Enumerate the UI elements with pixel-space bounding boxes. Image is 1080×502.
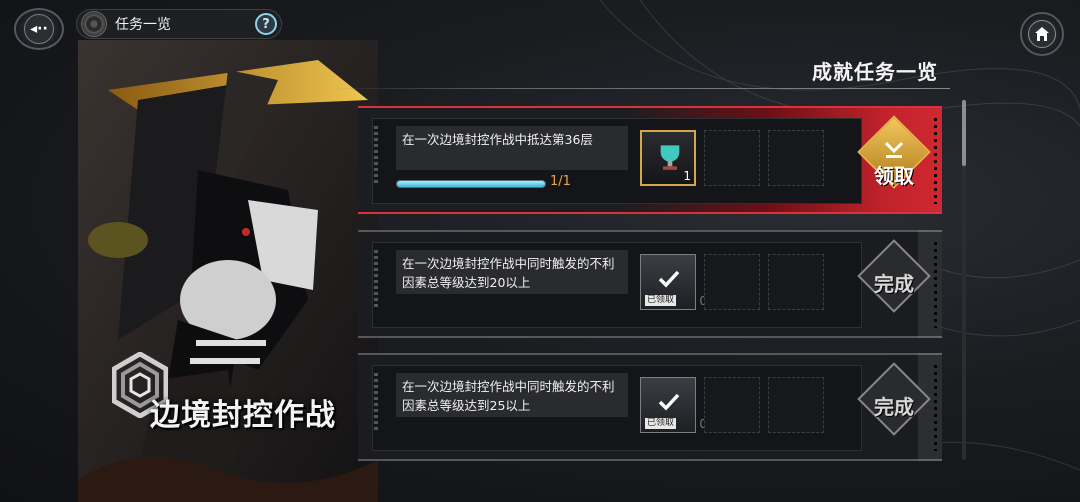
trophy-icon xyxy=(660,145,680,170)
operation-name: 边境封控作战 xyxy=(150,398,336,433)
checkmark-icon xyxy=(658,270,680,288)
claim-label: 领取 xyxy=(874,164,914,188)
empty-reward-slot xyxy=(704,377,760,433)
card-notch xyxy=(374,373,378,433)
film-reel-icon xyxy=(81,11,107,37)
section-title: 成就任务一览 xyxy=(812,60,938,84)
scrollbar[interactable] xyxy=(962,100,966,460)
reward-item[interactable]: 已领取 0 xyxy=(640,254,707,310)
empty-reward-slot xyxy=(768,130,824,186)
reward-item[interactable]: 已领取 0 xyxy=(640,377,707,433)
help-button[interactable]: ? xyxy=(255,13,277,35)
claimed-tag: 已领取 xyxy=(645,295,677,306)
empty-reward-slot xyxy=(704,130,760,186)
claim-button[interactable]: 领取 xyxy=(854,115,934,200)
back-arrow-icon: ◂·· xyxy=(24,14,54,44)
checkmark-icon xyxy=(658,393,680,411)
completed-label: 完成 xyxy=(874,272,914,296)
card-notch xyxy=(374,250,378,310)
progress-bar xyxy=(396,180,546,188)
task-card: 在一次边境封控作战中抵达第36层 1/1 1 领取 xyxy=(358,106,942,214)
task-description: 在一次边境封控作战中同时触发的不利因素总等级达到20以上 xyxy=(396,250,628,294)
claimed-tag: 已领取 xyxy=(645,418,677,429)
task-card: 在一次边境封控作战中同时触发的不利因素总等级达到25以上 已领取 0 完成 xyxy=(358,353,942,461)
page-title: 任务一览 xyxy=(115,17,171,33)
reward-quantity: 1 xyxy=(683,169,691,183)
empty-reward-slot xyxy=(768,254,824,310)
home-button[interactable] xyxy=(1020,12,1064,56)
reward-item[interactable]: 1 xyxy=(640,130,696,186)
card-edge-dots xyxy=(933,240,938,328)
home-icon xyxy=(1028,20,1056,48)
completed-badge: 完成 xyxy=(854,362,934,447)
task-description: 在一次边境封控作战中抵达第36层 xyxy=(396,126,628,170)
empty-reward-slot xyxy=(704,254,760,310)
card-edge-dots xyxy=(933,363,938,451)
completed-badge: 完成 xyxy=(854,239,934,324)
card-edge-dots xyxy=(933,116,938,204)
task-card: 在一次边境封控作战中同时触发的不利因素总等级达到20以上 已领取 0 完成 xyxy=(358,230,942,338)
progress-fill xyxy=(397,181,545,187)
card-notch xyxy=(374,126,378,186)
empty-reward-slot xyxy=(768,377,824,433)
back-button[interactable]: ◂·· xyxy=(14,8,64,50)
chevron-down-icon xyxy=(884,141,904,158)
progress-text: 1/1 xyxy=(550,174,571,189)
completed-label: 完成 xyxy=(874,395,914,419)
page-title-bar: 任务一览 ? xyxy=(76,9,282,39)
task-description: 在一次边境封控作战中同时触发的不利因素总等级达到25以上 xyxy=(396,373,628,417)
divider xyxy=(330,88,950,89)
scrollbar-thumb[interactable] xyxy=(962,100,966,166)
